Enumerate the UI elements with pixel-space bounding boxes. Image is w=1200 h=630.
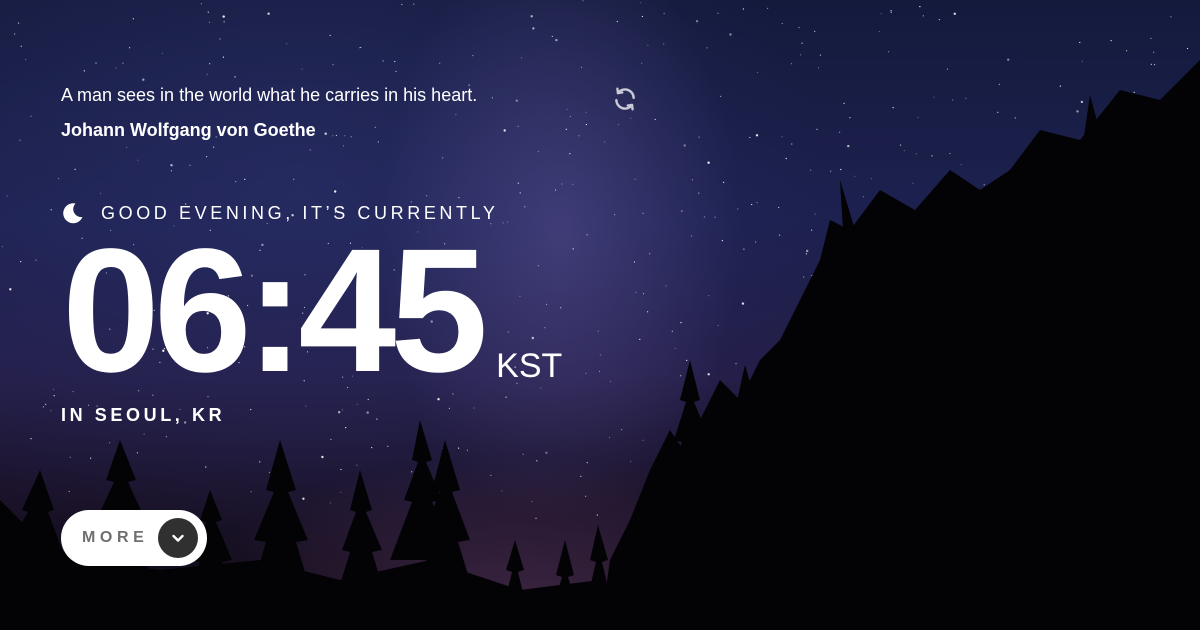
more-button-label: MORE	[82, 529, 149, 546]
current-time: 06:45	[62, 213, 488, 409]
chevron-down-icon	[172, 534, 184, 542]
timezone-abbr: KST	[496, 347, 563, 385]
clock-display: 06:45 KST	[62, 213, 563, 409]
clock-app: A man sees in the world what he carries …	[0, 0, 1200, 630]
chevron-circle	[158, 518, 198, 558]
quote-text: A man sees in the world what he carries …	[61, 85, 478, 105]
quote-author: Johann Wolfgang von Goethe	[61, 120, 316, 140]
more-button[interactable]: MORE	[61, 510, 207, 566]
location-text: IN SEOUL, KR	[61, 405, 226, 425]
refresh-quote-button[interactable]	[612, 86, 638, 112]
refresh-icon	[615, 87, 635, 111]
quote-block: A man sees in the world what he carries …	[61, 82, 621, 142]
